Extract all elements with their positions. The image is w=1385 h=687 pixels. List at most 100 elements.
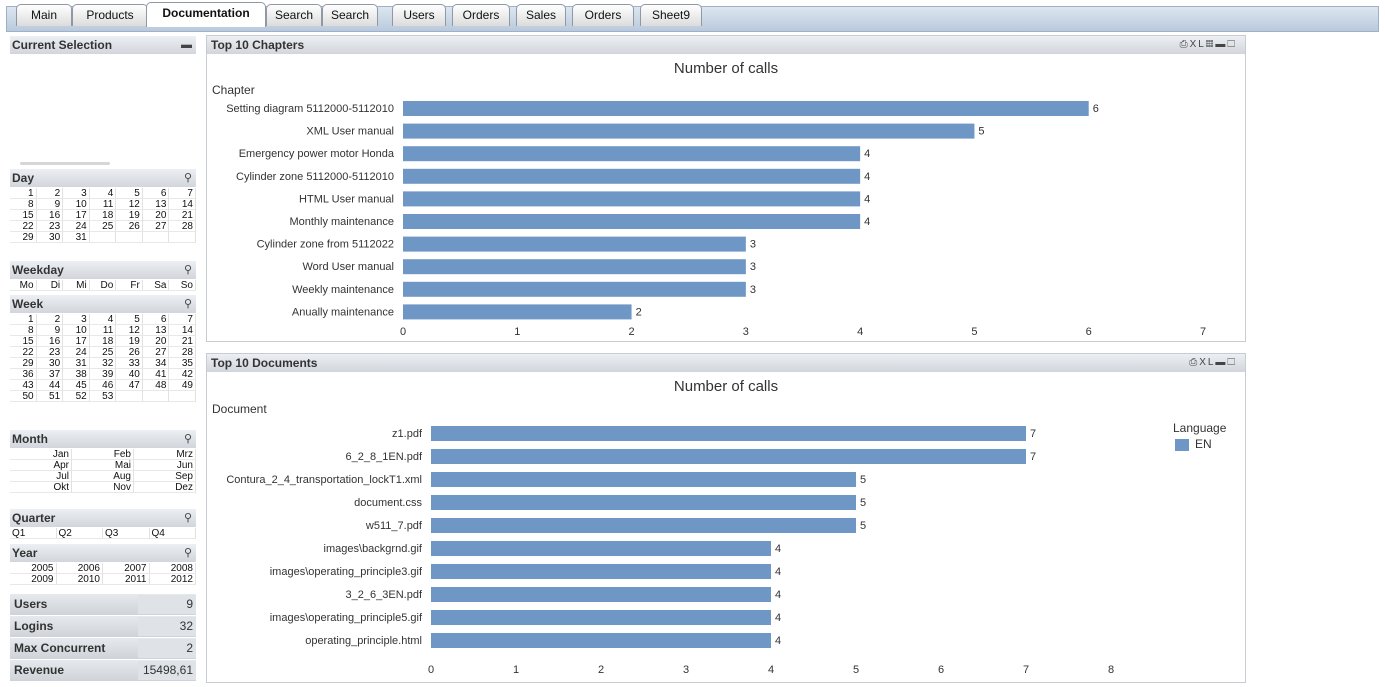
bar[interactable] bbox=[431, 633, 771, 648]
category-label[interactable]: document.css bbox=[354, 497, 422, 509]
excel-icon[interactable]: XL bbox=[1199, 357, 1215, 368]
list-item[interactable]: 29 bbox=[10, 232, 37, 243]
list-item[interactable]: 2010 bbox=[56, 574, 103, 585]
list-item[interactable]: 10 bbox=[63, 199, 90, 210]
list-item[interactable]: 13 bbox=[142, 199, 170, 210]
list-item[interactable]: 8 bbox=[10, 199, 37, 210]
category-label[interactable]: Cylinder zone 5112000-5112010 bbox=[236, 171, 394, 183]
list-item[interactable]: 30 bbox=[36, 232, 64, 243]
list-item[interactable]: 25 bbox=[89, 347, 117, 358]
bar[interactable] bbox=[431, 610, 771, 625]
category-label[interactable]: 3_2_6_3EN.pdf bbox=[346, 589, 423, 601]
list-item[interactable]: 19 bbox=[116, 210, 143, 221]
minimize-icon[interactable]: ▬ bbox=[181, 36, 192, 54]
list-item[interactable]: Q4 bbox=[149, 528, 196, 539]
list-item[interactable]: 38 bbox=[63, 369, 90, 380]
maximize-icon[interactable]: ☐ bbox=[1227, 39, 1237, 50]
category-label[interactable]: w511_7.pdf bbox=[365, 520, 423, 532]
list-item[interactable]: 7 bbox=[169, 314, 196, 325]
tab-users[interactable]: Users bbox=[392, 4, 446, 26]
search-icon[interactable]: ⚲ bbox=[184, 430, 192, 448]
list-item[interactable]: 25 bbox=[89, 221, 117, 232]
list-item[interactable]: 24 bbox=[63, 221, 90, 232]
list-item[interactable]: 1 bbox=[10, 314, 37, 325]
bar[interactable] bbox=[403, 123, 975, 139]
list-item[interactable]: 6 bbox=[142, 188, 170, 199]
list-item[interactable]: 49 bbox=[169, 380, 196, 391]
list-item[interactable]: 6 bbox=[142, 314, 170, 325]
tab-orders[interactable]: Orders bbox=[572, 4, 634, 26]
tab-documentation[interactable]: Documentation bbox=[146, 2, 266, 27]
list-item[interactable]: 17 bbox=[63, 336, 90, 347]
list-item[interactable]: Mai bbox=[72, 460, 134, 471]
list-item[interactable]: 5 bbox=[116, 188, 143, 199]
category-label[interactable]: Monthly maintenance bbox=[289, 216, 394, 228]
list-item[interactable]: 21 bbox=[169, 210, 196, 221]
list-item[interactable]: 42 bbox=[169, 369, 196, 380]
search-icon[interactable]: ⚲ bbox=[184, 295, 192, 313]
list-item[interactable]: 16 bbox=[36, 336, 64, 347]
scrollbar-thumb[interactable] bbox=[20, 162, 110, 165]
search-icon[interactable]: ⚲ bbox=[184, 509, 192, 527]
list-item[interactable]: 4 bbox=[89, 314, 117, 325]
list-item[interactable]: 46 bbox=[89, 380, 117, 391]
list-item[interactable]: 15 bbox=[10, 210, 37, 221]
list-item[interactable]: 31 bbox=[63, 358, 90, 369]
tab-sheet9[interactable]: Sheet9 bbox=[640, 4, 702, 26]
list-item[interactable]: 51 bbox=[36, 391, 64, 402]
tab-search[interactable]: Search bbox=[322, 4, 378, 26]
bar[interactable] bbox=[403, 259, 746, 275]
list-item[interactable]: 52 bbox=[63, 391, 90, 402]
list-item[interactable]: 53 bbox=[89, 391, 117, 402]
list-item[interactable]: 2007 bbox=[103, 563, 150, 574]
list-item[interactable]: 3 bbox=[63, 188, 90, 199]
bar[interactable] bbox=[431, 564, 771, 579]
bar[interactable] bbox=[403, 236, 746, 252]
list-item[interactable]: 2005 bbox=[10, 563, 57, 574]
list-item[interactable]: 18 bbox=[89, 210, 117, 221]
category-label[interactable]: HTML User manual bbox=[299, 193, 394, 205]
list-item[interactable]: 8 bbox=[10, 325, 37, 336]
list-item[interactable]: Di bbox=[36, 280, 64, 291]
list-item[interactable]: 10 bbox=[63, 325, 90, 336]
list-item[interactable]: 33 bbox=[116, 358, 143, 369]
category-label[interactable]: XML User manual bbox=[306, 126, 394, 138]
tab-products[interactable]: Products bbox=[72, 4, 148, 26]
list-item[interactable]: 45 bbox=[63, 380, 90, 391]
list-item[interactable]: 27 bbox=[142, 347, 170, 358]
list-item[interactable]: Sep bbox=[134, 471, 196, 482]
list-item[interactable]: 22 bbox=[10, 221, 37, 232]
list-item[interactable]: 17 bbox=[63, 210, 90, 221]
category-label[interactable]: images\operating_principle5.gif bbox=[270, 612, 423, 624]
category-label[interactable]: Emergency power motor Honda bbox=[239, 148, 395, 160]
list-item[interactable]: 9 bbox=[36, 199, 64, 210]
list-item[interactable]: Do bbox=[89, 280, 117, 291]
list-item[interactable]: 23 bbox=[36, 347, 64, 358]
print-icon[interactable]: ⎙ bbox=[1189, 357, 1199, 368]
list-item[interactable]: 48 bbox=[142, 380, 170, 391]
list-item[interactable]: 7 bbox=[169, 188, 196, 199]
bar[interactable] bbox=[431, 426, 1026, 441]
list-item[interactable]: Nov bbox=[72, 482, 134, 493]
list-item[interactable]: Q3 bbox=[103, 528, 150, 539]
list-item[interactable]: 37 bbox=[36, 369, 64, 380]
list-item[interactable]: 2 bbox=[36, 188, 64, 199]
bar[interactable] bbox=[431, 472, 856, 487]
list-item[interactable]: 50 bbox=[10, 391, 37, 402]
list-item[interactable]: 12 bbox=[116, 199, 143, 210]
bar[interactable] bbox=[431, 541, 771, 556]
list-item[interactable]: 1 bbox=[10, 188, 37, 199]
bar[interactable] bbox=[403, 304, 632, 320]
list-item[interactable]: Jan bbox=[10, 449, 72, 460]
list-item[interactable]: 26 bbox=[116, 347, 143, 358]
list-item[interactable]: Q1 bbox=[10, 528, 57, 539]
list-item[interactable]: 2006 bbox=[56, 563, 103, 574]
list-item[interactable]: Sa bbox=[142, 280, 170, 291]
list-item[interactable]: 34 bbox=[142, 358, 170, 369]
list-item[interactable]: Mrz bbox=[134, 449, 196, 460]
bar[interactable] bbox=[403, 191, 861, 207]
list-item[interactable]: 20 bbox=[142, 336, 170, 347]
bar[interactable] bbox=[431, 518, 856, 533]
category-label[interactable]: 6_2_8_1EN.pdf bbox=[346, 451, 423, 463]
category-label[interactable]: Cylinder zone from 5112022 bbox=[257, 239, 394, 251]
